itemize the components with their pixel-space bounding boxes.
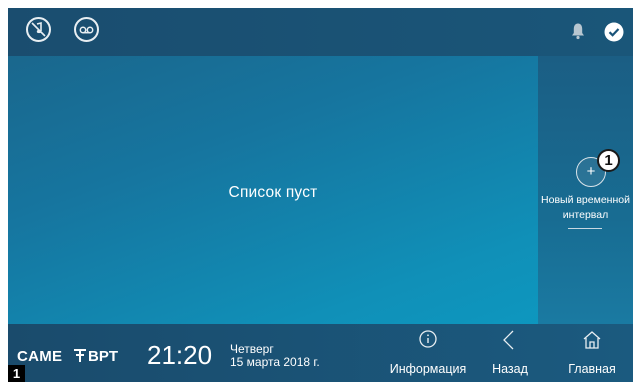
voicemail-icon[interactable] [74,17,99,42]
clock-time: 21:20 [147,340,213,370]
brand-came: CAME [17,348,63,365]
date: 15 марта 2018 г. [230,355,320,369]
back-button[interactable]: Назад [478,324,542,382]
info-label: Информация [389,362,467,376]
figure-badge: 1 [8,365,25,382]
check-icon[interactable] [604,22,624,42]
info-icon [419,330,437,348]
empty-list-message: Список пуст [228,184,318,201]
back-label: Назад [492,362,528,376]
back-arrow-icon [503,330,514,350]
side-panel: + 1 Новый временной интервал [538,56,633,324]
bottom-bar: CAME BPT 21:20 Четверг 15 марта 2018 г. … [8,324,633,382]
home-label: Главная [568,362,616,376]
home-icon [583,331,601,349]
device-screen: Список пуст + 1 Новый временной интервал… [8,8,633,382]
weekday: Четверг [230,342,274,356]
add-interval-label[interactable]: Новый временной интервал [538,193,633,223]
main-area: Список пуст [8,56,538,324]
home-button[interactable]: Главная [556,324,628,382]
divider [568,228,602,229]
info-button[interactable]: Информация [388,324,468,382]
mute-ringtone-icon[interactable] [26,17,51,42]
callout-marker: 1 [597,149,620,172]
status-bar [8,8,633,56]
bell-icon[interactable] [571,22,585,40]
brand-logo-icon [74,349,86,362]
brand-bpt: BPT [88,348,118,365]
